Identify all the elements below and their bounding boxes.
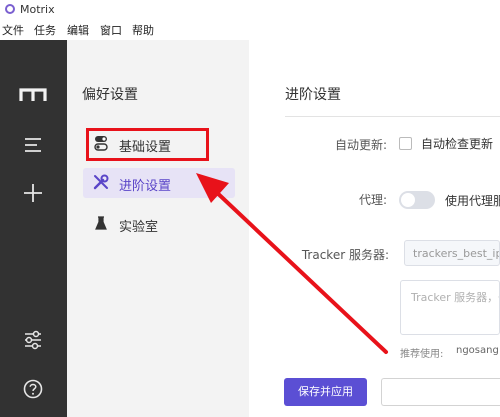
annotation-arrow bbox=[196, 173, 388, 354]
